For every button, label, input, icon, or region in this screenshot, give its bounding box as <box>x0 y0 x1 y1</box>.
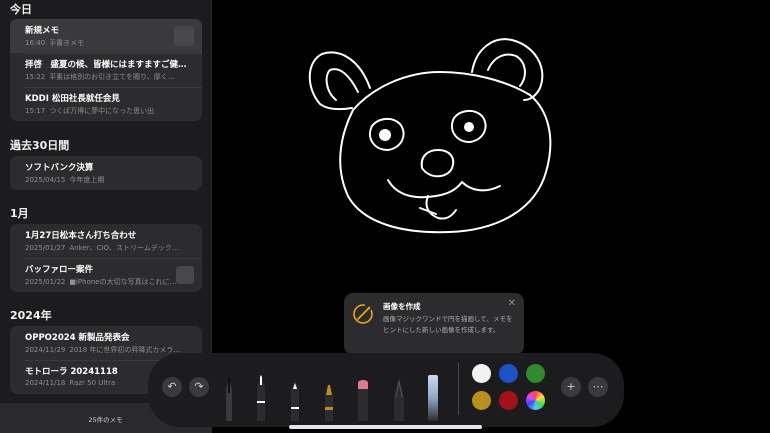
note-time: 16:40 <box>25 39 46 47</box>
note-subtitle: 2025/04/15 今年度上期 <box>25 175 194 185</box>
image-wand-icon <box>353 304 373 324</box>
list-item[interactable]: ソフトバンク決算 2025/04/15 今年度上期 <box>10 156 202 190</box>
note-subtitle: 15:22 平素は格別のお引き立てを賜り、厚く… <box>25 72 194 82</box>
tooltip-title: 画像を作成 <box>383 302 421 311</box>
note-group-past-30-days: ソフトバンク決算 2025/04/15 今年度上期 <box>10 156 202 190</box>
note-title: OPPO2024 新製品発表会 <box>25 333 130 343</box>
note-subtitle: 2025/01/22 ■iPhoneの大切な写真はこれに… <box>25 277 194 287</box>
sketch-left-pupil <box>379 129 391 141</box>
fountain-pen-tool-icon[interactable] <box>286 363 304 421</box>
note-time: 2025/04/15 <box>25 176 66 184</box>
sketch-right-pupil <box>464 122 474 132</box>
ruler-tool-icon[interactable] <box>424 363 442 421</box>
note-thumbnail <box>174 26 194 46</box>
note-title: ソフトバンク決算 <box>25 163 94 173</box>
note-subtitle: 15:17 つくば万博に夢中になった思い出 <box>25 106 194 116</box>
monoline-tool-icon[interactable] <box>252 363 270 421</box>
list-item[interactable]: 拝啓 盛夏の候、皆様にはますますご健… 15:22 平素は格別のお引き立てを賜り、… <box>10 53 202 87</box>
note-group-today: 新規メモ 16:40 手書きメモ 拝啓 盛夏の候、皆様にはますますご健… 15:2… <box>10 19 202 121</box>
color-swatch-white[interactable] <box>472 364 491 383</box>
note-time: 15:17 <box>25 107 46 115</box>
note-time: 15:22 <box>25 73 46 81</box>
redo-button[interactable]: ↷ <box>189 377 209 397</box>
note-preview: 今年度上期 <box>69 176 105 184</box>
note-preview: 手書きメモ <box>49 39 85 47</box>
undo-button[interactable]: ↶ <box>162 377 182 397</box>
markup-toolbar: ↶ ↷ + ⋯ <box>148 353 624 427</box>
note-time: 2025/01/27 <box>25 244 66 252</box>
note-preview: 平素は格別のお引き立てを賜り、厚く… <box>49 73 175 81</box>
sketch-chin <box>425 195 457 220</box>
add-icon[interactable]: + <box>561 377 581 397</box>
note-time: 2024/11/29 <box>25 346 66 354</box>
note-subtitle: 16:40 手書きメモ <box>25 38 194 48</box>
note-subtitle: 2025/01/27 Anker、CIO、ストリームデック… <box>25 243 194 253</box>
note-title: KDDI 松田社長就任会見 <box>25 94 120 104</box>
section-title-january: 1月 <box>10 207 29 220</box>
sketch-right-ear-inner <box>487 53 526 87</box>
note-title: 拝啓 盛夏の候、皆様にはますますご健… <box>25 60 187 70</box>
note-preview: 2018 年に世界初の昇降式カメラ… <box>69 346 181 354</box>
sketch-mouth <box>387 179 501 199</box>
tooltip-body: 画像マジックワンドで円を描画して、メモをヒントにした新しい画像を作成します。 <box>383 315 513 334</box>
note-time: 2025/01/22 <box>25 278 66 286</box>
note-preview: つくば万博に夢中になった思い出 <box>49 107 155 115</box>
crayon-tool-icon[interactable] <box>354 363 372 421</box>
list-item[interactable]: バッファロー案件 2025/01/22 ■iPhoneの大切な写真はこれに… <box>10 258 202 292</box>
note-group-january: 1月27日松本さん打ち合わせ 2025/01/27 Anker、CIO、ストリーム… <box>10 224 202 292</box>
note-title: 新規メモ <box>25 26 60 36</box>
note-thumbnail <box>176 266 194 284</box>
section-title-2024: 2024年 <box>10 309 52 322</box>
sketch-right-ear <box>471 38 544 101</box>
color-swatch-red[interactable] <box>499 391 518 410</box>
color-picker-icon[interactable] <box>526 391 545 410</box>
sketch-left-ear-inner <box>325 68 359 101</box>
close-icon[interactable]: ✕ <box>508 299 516 309</box>
note-preview: Razr 50 Ultra <box>69 379 116 387</box>
sketch-nose <box>420 149 455 178</box>
list-item[interactable]: KDDI 松田社長就任会見 15:17 つくば万博に夢中になった思い出 <box>10 87 202 121</box>
list-item[interactable]: 1月27日松本さん打ち合わせ 2025/01/27 Anker、CIO、ストリーム… <box>10 224 202 258</box>
note-time: 2024/11/18 <box>25 379 66 387</box>
note-title: バッファロー案件 <box>25 265 94 275</box>
watercolor-tool-icon[interactable] <box>320 363 338 421</box>
color-swatch-blue[interactable] <box>499 364 518 383</box>
color-swatch-green[interactable] <box>526 364 545 383</box>
home-indicator <box>289 425 482 429</box>
note-subtitle: 2024/11/29 2018 年に世界初の昇降式カメラ… <box>25 345 194 355</box>
pen-tool-icon[interactable] <box>220 363 238 421</box>
note-preview: ■iPhoneの大切な写真はこれに… <box>69 278 177 286</box>
section-title-today: 今日 <box>10 3 32 16</box>
section-title-past-30-days: 過去30日間 <box>10 139 70 152</box>
more-icon[interactable]: ⋯ <box>588 377 608 397</box>
toolbar-divider <box>458 363 459 415</box>
feather-pen-tool-icon[interactable] <box>390 363 408 421</box>
color-swatch-gold[interactable] <box>472 391 491 410</box>
list-item[interactable]: 新規メモ 16:40 手書きメモ <box>10 19 202 53</box>
image-wand-tooltip: 画像を作成 画像マジックワンドで円を描画して、メモをヒントにした新しい画像を作成… <box>344 293 524 355</box>
note-preview: Anker、CIO、ストリームデック… <box>69 244 179 252</box>
note-title: 1月27日松本さん打ち合わせ <box>25 231 137 241</box>
